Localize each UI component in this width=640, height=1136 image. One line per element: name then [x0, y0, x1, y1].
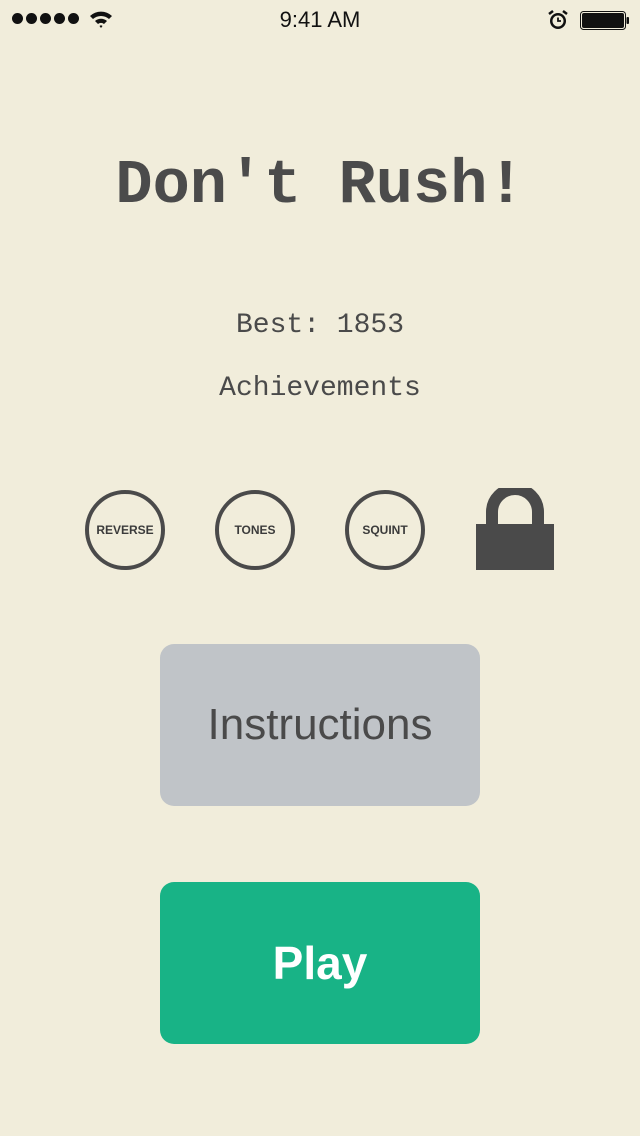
status-time: 9:41 AM — [279, 7, 361, 32]
achievement-badge-tones[interactable]: TONES — [215, 490, 295, 570]
achievement-badge-squint[interactable]: SQUINT — [345, 490, 425, 570]
achievement-label: REVERSE — [96, 523, 154, 537]
best-score: Best: 1853 — [235, 310, 405, 341]
battery-icon — [580, 11, 629, 30]
alarm-icon — [548, 10, 568, 29]
achievement-label: SQUINT — [362, 523, 408, 537]
play-button-label: Play — [272, 937, 368, 989]
lock-icon — [476, 488, 554, 570]
achievement-label: TONES — [234, 523, 276, 537]
play-button[interactable]: Play — [160, 882, 480, 1044]
instructions-button-label: Instructions — [207, 700, 433, 749]
instructions-button[interactable]: Instructions — [160, 644, 480, 806]
achievements-label: Achievements — [219, 373, 421, 404]
achievement-badge-reverse[interactable]: REVERSE — [85, 490, 165, 570]
status-bar: 9:41 AM — [0, 0, 640, 40]
game-title: Don't Rush! — [115, 150, 525, 221]
